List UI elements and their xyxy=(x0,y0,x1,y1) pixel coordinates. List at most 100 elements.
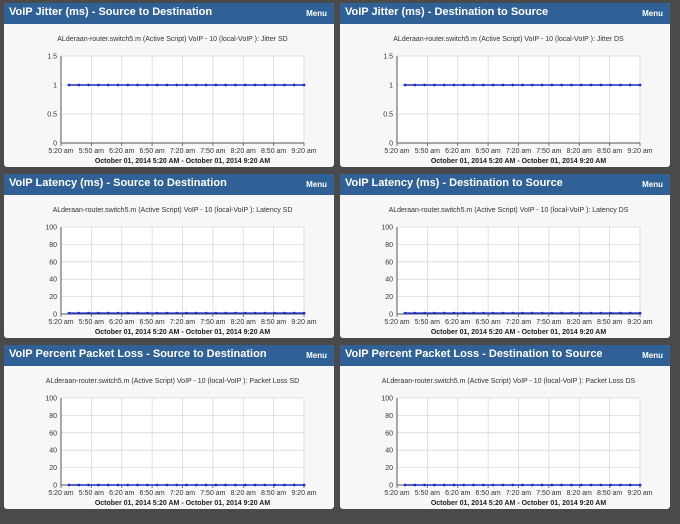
data-point xyxy=(214,311,218,315)
data-point xyxy=(423,483,426,487)
data-point xyxy=(638,83,642,87)
x-tick-label: 8:50 am xyxy=(597,319,622,326)
data-point xyxy=(67,83,71,87)
data-point xyxy=(530,83,534,87)
data-point xyxy=(253,483,257,487)
widget-packet-loss-sd: VoIP Percent Packet Loss - Source to Des… xyxy=(4,345,334,509)
widget-menu-button[interactable]: Menu xyxy=(642,180,663,189)
data-point xyxy=(126,83,130,87)
data-point xyxy=(155,483,159,487)
data-point xyxy=(77,83,81,87)
data-point xyxy=(462,311,466,315)
data-point xyxy=(243,311,247,315)
widget-menu-button[interactable]: Menu xyxy=(642,351,663,360)
widget-title: VoIP Jitter (ms) - Source to Destination xyxy=(9,6,213,18)
data-point xyxy=(283,83,286,87)
data-point xyxy=(283,483,286,487)
data-point xyxy=(165,483,169,487)
data-point xyxy=(413,311,417,315)
widget-header: VoIP Jitter (ms) - Destination to Source… xyxy=(340,3,670,24)
x-tick-label: 5:20 am xyxy=(384,490,409,497)
data-point xyxy=(472,483,475,487)
widget-title: VoIP Percent Packet Loss - Source to Des… xyxy=(9,348,267,360)
y-tick-label: 80 xyxy=(385,413,393,420)
x-tick-label: 8:50 am xyxy=(597,148,622,155)
data-point xyxy=(560,311,564,315)
data-point xyxy=(599,83,603,87)
chart-latency-sd: ALderaan-router.switch5.m (Active Script… xyxy=(45,207,317,336)
data-point xyxy=(540,83,544,87)
x-tick-label: 8:50 am xyxy=(261,319,286,326)
data-point xyxy=(550,483,554,487)
y-tick-label: 1 xyxy=(53,83,57,90)
data-point xyxy=(87,311,90,315)
widget-menu-button[interactable]: Menu xyxy=(642,9,663,18)
y-tick-label: 20 xyxy=(385,465,393,472)
data-point xyxy=(155,83,159,87)
data-point xyxy=(442,483,446,487)
x-tick-label: 8:20 am xyxy=(567,490,592,497)
widget-menu-button[interactable]: Menu xyxy=(306,9,327,18)
y-tick-label: 80 xyxy=(49,413,57,420)
y-tick-label: 0.5 xyxy=(383,112,393,119)
data-point xyxy=(185,311,188,315)
data-point xyxy=(194,311,198,315)
data-point xyxy=(136,83,139,87)
data-point xyxy=(452,83,456,87)
y-tick-label: 0 xyxy=(53,312,57,319)
chart-title: ALderaan-router.switch5.m (Active Script… xyxy=(382,378,636,385)
data-point xyxy=(599,311,603,315)
x-tick-label: 7:50 am xyxy=(200,490,225,497)
data-point xyxy=(472,83,475,87)
y-tick-label: 80 xyxy=(49,242,57,249)
y-tick-label: 20 xyxy=(385,294,393,301)
widget-header: VoIP Latency (ms) - Destination to Sourc… xyxy=(340,174,670,195)
y-tick-label: 0 xyxy=(389,312,393,319)
data-point xyxy=(619,483,622,487)
x-tick-label: 7:20 am xyxy=(506,490,531,497)
data-point xyxy=(253,311,257,315)
data-point xyxy=(570,83,573,87)
data-point xyxy=(87,83,90,87)
y-tick-label: 0 xyxy=(389,483,393,490)
chart-title: ALderaan-router.switch5.m (Active Script… xyxy=(389,207,629,214)
widget-menu-button[interactable]: Menu xyxy=(306,180,327,189)
data-point xyxy=(481,83,485,87)
data-point xyxy=(292,311,296,315)
widget-packet-loss-ds: VoIP Percent Packet Loss - Destination t… xyxy=(340,345,670,509)
data-point xyxy=(116,483,120,487)
data-point xyxy=(106,483,110,487)
x-tick-label: 5:50 am xyxy=(415,148,440,155)
data-point xyxy=(589,83,593,87)
data-point xyxy=(175,83,179,87)
data-point xyxy=(491,83,495,87)
x-tick-label: 7:50 am xyxy=(200,319,225,326)
widget-menu-button[interactable]: Menu xyxy=(306,351,327,360)
x-tick-label: 5:50 am xyxy=(79,490,104,497)
data-point xyxy=(194,83,198,87)
x-tick-label: 5:20 am xyxy=(48,148,73,155)
chart-title: ALderaan-router.switch5.m (Active Script… xyxy=(53,207,293,214)
data-point xyxy=(116,83,120,87)
x-tick-label: 8:20 am xyxy=(567,319,592,326)
y-tick-label: 1.5 xyxy=(383,54,393,61)
data-point xyxy=(283,311,286,315)
y-tick-label: 0.5 xyxy=(47,112,57,119)
data-point xyxy=(263,83,267,87)
data-point xyxy=(628,483,632,487)
x-tick-label: 6:50 am xyxy=(475,490,500,497)
y-tick-label: 1.5 xyxy=(47,54,57,61)
data-point xyxy=(491,311,495,315)
x-tick-label: 6:50 am xyxy=(139,490,164,497)
data-point xyxy=(77,311,81,315)
widget-title: VoIP Jitter (ms) - Destination to Source xyxy=(345,6,549,18)
y-tick-label: 100 xyxy=(381,396,393,403)
x-tick-label: 6:50 am xyxy=(139,319,164,326)
data-point xyxy=(224,483,228,487)
x-tick-label: 9:20 am xyxy=(627,490,652,497)
data-point xyxy=(263,311,267,315)
widget-jitter-sd: VoIP Jitter (ms) - Source to Destination… xyxy=(4,3,334,167)
y-tick-label: 100 xyxy=(45,225,57,232)
data-point xyxy=(403,311,407,315)
chart-jitter-ds: ALderaan-router.switch5.m (Active Script… xyxy=(383,36,653,165)
